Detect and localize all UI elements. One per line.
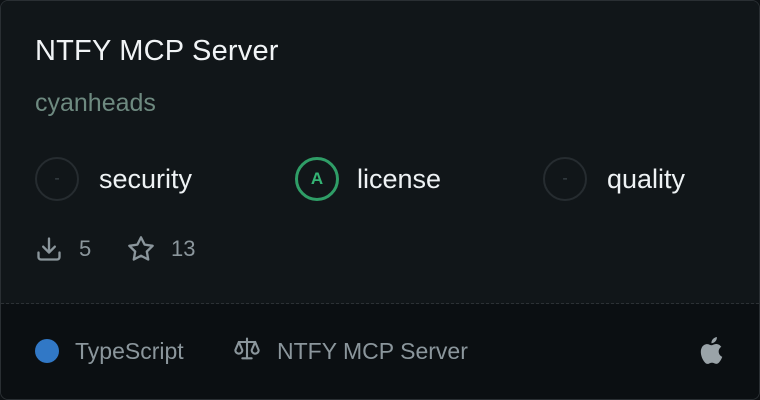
downloads-stat: 5 [35,233,91,265]
apple-icon [699,337,725,370]
scale-icon [233,335,261,368]
language-tag: TypeScript [35,334,184,368]
security-label: security [99,163,193,194]
stars-stat: 13 [127,233,195,265]
license-grade-badge: A [295,157,339,201]
score-security: - security [35,155,192,203]
quality-label: quality [607,163,686,194]
card-title[interactable]: NTFY MCP Server [35,35,279,68]
downloads-count: 5 [79,236,92,261]
server-card[interactable]: NTFY MCP Server cyanheads - security A l… [0,0,760,400]
card-author[interactable]: cyanheads [35,89,156,118]
quality-grade-badge: - [543,157,587,201]
license-name: NTFY MCP Server [277,337,468,364]
license-tag: NTFY MCP Server [233,334,468,368]
stars-count: 13 [171,236,196,261]
security-grade-badge: - [35,157,79,201]
language-color-dot [35,339,59,363]
language-label: TypeScript [75,337,184,364]
score-quality: - quality [543,155,685,203]
license-label: license [357,163,442,194]
download-icon [35,235,63,263]
star-icon [127,235,155,263]
score-license: A license [295,155,441,203]
